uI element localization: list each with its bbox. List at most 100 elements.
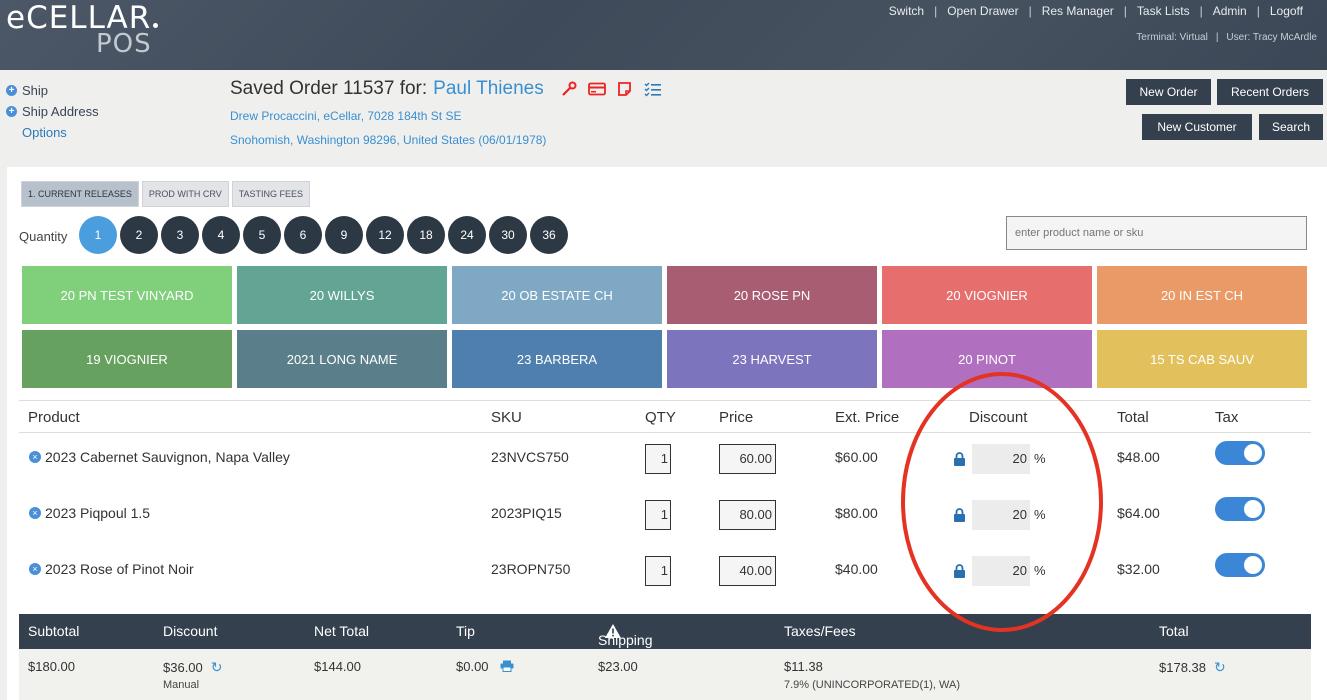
ext-price: $60.00 bbox=[835, 449, 878, 465]
col-tax: Tax bbox=[1215, 409, 1239, 426]
order-panel: 1. CURRENT RELEASES PROD WITH CRV TASTIN… bbox=[7, 167, 1327, 700]
print-icon[interactable] bbox=[500, 660, 514, 672]
line-total: $32.00 bbox=[1117, 561, 1160, 577]
quantity-option[interactable]: 3 bbox=[161, 216, 199, 254]
quantity-option[interactable]: 4 bbox=[202, 216, 240, 254]
subtotal-label: Subtotal bbox=[28, 623, 80, 639]
qty-input[interactable]: 1 bbox=[645, 444, 671, 474]
tax-toggle[interactable] bbox=[1215, 441, 1265, 465]
user-label: User: Tracy McArdle bbox=[1226, 32, 1317, 43]
product-tile[interactable]: 20 WILLYS bbox=[237, 266, 447, 324]
col-qty: QTY bbox=[645, 409, 676, 426]
discount-input[interactable]: 20 bbox=[972, 556, 1030, 586]
ship-link[interactable]: + Ship bbox=[6, 80, 99, 101]
quantity-option[interactable]: 2 bbox=[120, 216, 158, 254]
product-search-input[interactable] bbox=[1006, 216, 1307, 250]
col-product: Product bbox=[28, 409, 80, 426]
net-total-label: Net Total bbox=[314, 623, 369, 639]
line-item-row: × 2023 Rose of Pinot Noir 23ROPN750 1 40… bbox=[19, 543, 1311, 599]
discount-input[interactable]: 20 bbox=[972, 444, 1030, 474]
tab-tasting-fees[interactable]: TASTING FEES bbox=[231, 181, 311, 207]
product-tile[interactable]: 15 TS CAB SAUV bbox=[1097, 330, 1307, 388]
discount-value: $36.00 ↻ bbox=[163, 659, 223, 675]
price-input[interactable]: 80.00 bbox=[719, 500, 776, 530]
remove-item-icon[interactable]: × bbox=[29, 563, 41, 575]
col-ext-price: Ext. Price bbox=[835, 409, 900, 426]
product-tile[interactable]: 19 VIOGNIER bbox=[22, 330, 232, 388]
new-order-button[interactable]: New Order bbox=[1126, 79, 1211, 105]
tab-current-releases[interactable]: 1. CURRENT RELEASES bbox=[21, 181, 139, 207]
left-links: + Ship + Ship Address Options bbox=[6, 80, 99, 143]
edit-key-icon[interactable] bbox=[560, 81, 578, 97]
remove-item-icon[interactable]: × bbox=[29, 507, 41, 519]
quantity-option[interactable]: 1 bbox=[79, 216, 117, 254]
checklist-icon[interactable] bbox=[644, 81, 662, 97]
tax-toggle[interactable] bbox=[1215, 553, 1265, 577]
tax-toggle[interactable] bbox=[1215, 497, 1265, 521]
shipping-value: $23.00 bbox=[598, 659, 638, 674]
qty-input[interactable]: 1 bbox=[645, 556, 671, 586]
line-item-row: × 2023 Piqpoul 1.5 2023PIQ15 1 80.00 $80… bbox=[19, 487, 1311, 543]
nav-switch[interactable]: Switch bbox=[879, 4, 934, 18]
discount-input[interactable]: 20 bbox=[972, 500, 1030, 530]
price-input[interactable]: 40.00 bbox=[719, 556, 776, 586]
top-bar: eCELLAR POS Switch | Open Drawer | Res Man… bbox=[0, 0, 1327, 70]
address-line-1[interactable]: Drew Procaccini, eCellar, 7028 184th St … bbox=[230, 104, 662, 128]
lock-icon[interactable] bbox=[953, 508, 966, 522]
credit-card-icon[interactable] bbox=[587, 81, 606, 97]
recent-orders-button[interactable]: Recent Orders bbox=[1217, 79, 1323, 105]
lock-icon[interactable] bbox=[953, 564, 966, 578]
lock-icon[interactable] bbox=[953, 452, 966, 466]
nav-task-lists[interactable]: Task Lists bbox=[1127, 4, 1200, 18]
session-info: Terminal: Virtual | User: Tracy McArdle bbox=[1128, 32, 1325, 43]
customer-name[interactable]: Paul Thienes bbox=[433, 78, 544, 100]
quantity-option[interactable]: 6 bbox=[284, 216, 322, 254]
qty-input[interactable]: 1 bbox=[645, 500, 671, 530]
tab-prod-with-crv[interactable]: PROD WITH CRV bbox=[141, 181, 229, 207]
product-sku: 23NVCS750 bbox=[491, 449, 569, 465]
quantity-option[interactable]: 5 bbox=[243, 216, 281, 254]
product-tile[interactable]: 20 PN TEST VINYARD bbox=[22, 266, 232, 324]
ext-price: $80.00 bbox=[835, 505, 878, 521]
quantity-option[interactable]: 36 bbox=[530, 216, 568, 254]
quantity-option[interactable]: 30 bbox=[489, 216, 527, 254]
refresh-icon[interactable]: ↻ bbox=[1214, 659, 1226, 675]
top-nav: Switch | Open Drawer | Res Manager | Task L… bbox=[879, 4, 1313, 18]
discount-note: Manual bbox=[163, 679, 200, 691]
product-tile[interactable]: 2021 LONG NAME bbox=[237, 330, 447, 388]
quantity-option[interactable]: 12 bbox=[366, 216, 404, 254]
terminal-label: Terminal: Virtual bbox=[1136, 32, 1208, 43]
search-button[interactable]: Search bbox=[1259, 114, 1323, 140]
product-sku: 2023PIQ15 bbox=[491, 505, 562, 521]
percent-sign: % bbox=[1034, 451, 1046, 466]
totals-values: $180.00 $36.00 ↻ Manual $144.00 $0.00 $23… bbox=[19, 649, 1311, 700]
refresh-icon[interactable]: ↻ bbox=[211, 659, 223, 675]
product-tile[interactable]: 23 BARBERA bbox=[452, 330, 662, 388]
shipping-label: Shipping bbox=[598, 623, 653, 648]
nav-res-manager[interactable]: Res Manager bbox=[1032, 4, 1124, 18]
price-input[interactable]: 60.00 bbox=[719, 444, 776, 474]
remove-item-icon[interactable]: × bbox=[29, 451, 41, 463]
note-icon[interactable] bbox=[616, 81, 634, 97]
ship-address-link[interactable]: + Ship Address bbox=[6, 101, 99, 122]
product-tile[interactable]: 23 HARVEST bbox=[667, 330, 877, 388]
quantity-option[interactable]: 18 bbox=[407, 216, 445, 254]
new-customer-button[interactable]: New Customer bbox=[1142, 114, 1252, 140]
product-tile[interactable]: 20 ROSE PN bbox=[667, 266, 877, 324]
options-link[interactable]: Options bbox=[6, 122, 99, 143]
net-total-value: $144.00 bbox=[314, 659, 361, 674]
order-title: Saved Order 11537 for: bbox=[230, 78, 428, 99]
product-tile[interactable]: 20 OB ESTATE CH bbox=[452, 266, 662, 324]
quantity-option[interactable]: 24 bbox=[448, 216, 486, 254]
nav-logoff[interactable]: Logoff bbox=[1260, 4, 1313, 18]
product-tile[interactable]: 20 PINOT bbox=[882, 330, 1092, 388]
product-tile[interactable]: 20 VIOGNIER bbox=[882, 266, 1092, 324]
address-line-2[interactable]: Snohomish, Washington 98296, United Stat… bbox=[230, 128, 662, 152]
plus-icon: + bbox=[6, 106, 17, 117]
nav-admin[interactable]: Admin bbox=[1203, 4, 1257, 18]
col-discount: Discount bbox=[969, 409, 1028, 426]
tip-label: Tip bbox=[456, 623, 475, 639]
nav-open-drawer[interactable]: Open Drawer bbox=[937, 4, 1028, 18]
product-tile[interactable]: 20 IN EST CH bbox=[1097, 266, 1307, 324]
quantity-option[interactable]: 9 bbox=[325, 216, 363, 254]
